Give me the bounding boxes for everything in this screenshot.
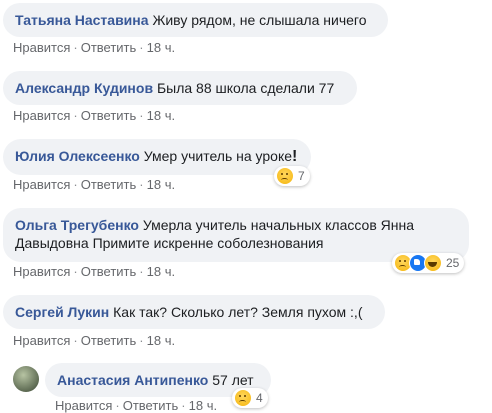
separator: ·	[115, 398, 120, 413]
comment-text: Живу рядом, не слышала ничего	[152, 12, 367, 28]
reaction-count: 4	[256, 391, 263, 405]
timestamp[interactable]: 18 ч.	[189, 398, 217, 413]
comment-text-emphasis: !	[292, 148, 298, 165]
reply-link[interactable]: Ответить	[81, 264, 137, 279]
comment-actions: Нравится · Ответить · 18 ч.	[13, 108, 175, 123]
separator: ·	[73, 177, 78, 192]
separator: ·	[73, 40, 78, 55]
comment-actions: Нравится · Ответить · 18 ч.	[55, 398, 217, 413]
separator: ·	[139, 264, 144, 279]
like-link[interactable]: Нравится	[13, 177, 70, 192]
timestamp[interactable]: 18 ч.	[147, 264, 175, 279]
comment-bubble: Татьяна Наставина Живу рядом, не слышала…	[3, 3, 388, 37]
avatar[interactable]	[13, 366, 39, 392]
comment-text: Была 88 школа сделали 77	[156, 80, 335, 96]
reply-link[interactable]: Ответить	[81, 40, 137, 55]
sad-reaction-icon	[276, 167, 294, 185]
separator: ·	[73, 333, 78, 348]
separator: ·	[139, 108, 144, 123]
timestamp[interactable]: 18 ч.	[147, 333, 175, 348]
comment-author[interactable]: Анастасия Антипенко	[57, 372, 208, 388]
reactions-summary[interactable]: 25	[392, 253, 465, 273]
reply-link[interactable]: Ответить	[81, 108, 137, 123]
reaction-count: 7	[298, 169, 305, 183]
comment-bubble: Александр Кудинов Была 88 школа сделали …	[3, 71, 357, 105]
like-link[interactable]: Нравится	[13, 40, 70, 55]
reactions-summary[interactable]: 7	[274, 166, 310, 186]
timestamp[interactable]: 18 ч.	[147, 177, 175, 192]
comment-text: Умер учитель на уроке	[143, 148, 293, 164]
separator: ·	[139, 177, 144, 192]
reactions-summary[interactable]: 4	[232, 388, 268, 408]
comment-actions: Нравится · Ответить · 18 ч.	[13, 333, 175, 348]
separator: ·	[73, 264, 78, 279]
reply-link[interactable]: Ответить	[81, 333, 137, 348]
timestamp[interactable]: 18 ч.	[147, 108, 175, 123]
reply-link[interactable]: Ответить	[123, 398, 179, 413]
comment-author[interactable]: Ольга Трегубенко	[15, 217, 139, 233]
like-link[interactable]: Нравится	[13, 108, 70, 123]
comment-author[interactable]: Татьяна Наставина	[15, 12, 149, 28]
comment-actions: Нравится · Ответить · 18 ч.	[13, 40, 175, 55]
like-link[interactable]: Нравится	[13, 333, 70, 348]
comment-line-1: Ольга Трегубенко Умерла учитель начальны…	[15, 216, 457, 234]
comment-author[interactable]: Сергей Лукин	[15, 304, 109, 320]
comment-text: 57 лет	[212, 372, 254, 388]
separator: ·	[139, 333, 144, 348]
comment-bubble: Сергей Лукин Как так? Сколько лет? Земля…	[3, 295, 385, 329]
comment-text: Как так? Сколько лет? Земля пухом :,(	[113, 304, 363, 320]
separator: ·	[181, 398, 186, 413]
comment-actions: Нравится · Ответить · 18 ч.	[13, 264, 175, 279]
comment-text: Умерла учитель начальных классов Янна	[142, 217, 415, 233]
reaction-count: 25	[446, 256, 460, 270]
separator: ·	[73, 108, 78, 123]
reply-link[interactable]: Ответить	[81, 177, 137, 192]
like-link[interactable]: Нравится	[13, 264, 70, 279]
like-link[interactable]: Нравится	[55, 398, 112, 413]
comment-author[interactable]: Александр Кудинов	[15, 80, 153, 96]
comment-author[interactable]: Юлия Олексеенко	[15, 148, 140, 164]
separator: ·	[139, 40, 144, 55]
comment-actions: Нравится · Ответить · 18 ч.	[13, 177, 175, 192]
haha-reaction-icon	[424, 254, 442, 272]
comment-text-line-2: Давыдовна Примите искренне соболезновани…	[15, 235, 324, 251]
comment-bubble: Юлия Олексеенко Умер учитель на уроке!	[3, 139, 311, 175]
sad-reaction-icon	[234, 389, 252, 407]
timestamp[interactable]: 18 ч.	[147, 40, 175, 55]
